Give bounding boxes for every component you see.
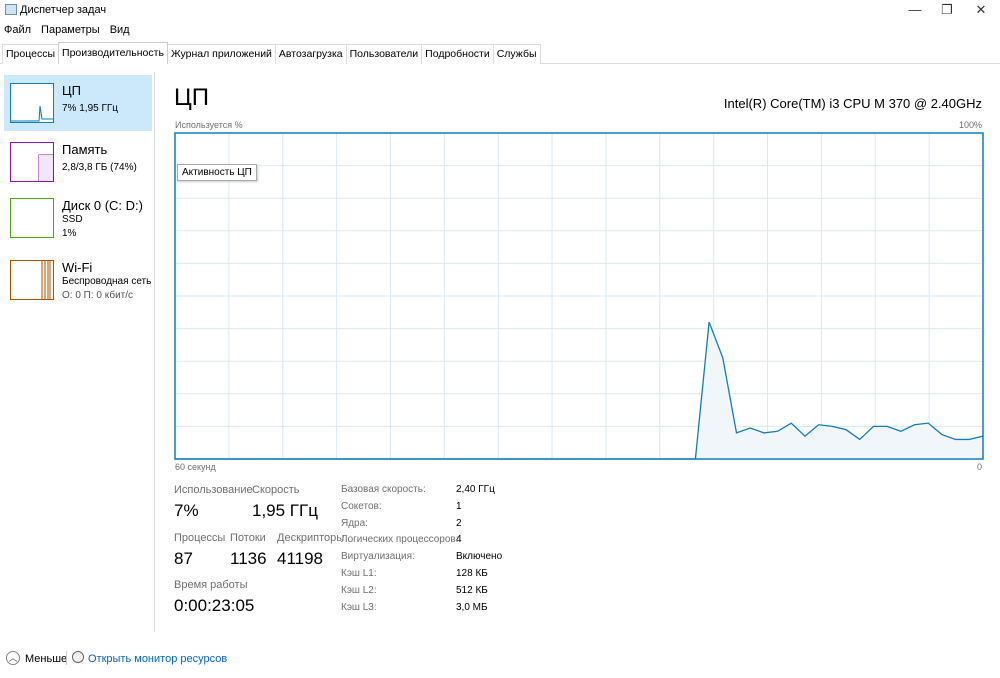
speed-label: Скорость [252,484,300,496]
window-title: Диспетчер задач [20,4,107,16]
tab-users[interactable]: Пользователи [345,44,423,64]
spec-value: 512 КБ [456,584,488,596]
tab-performance[interactable]: Производительность [58,42,168,64]
sidebar-sub: О: 0 П: 0 кбит/с [62,290,134,301]
cpu-usage-chart [174,132,984,460]
task-manager-icon [5,4,17,15]
processes-value: 87 [174,549,193,568]
y-axis-label: Используется % [175,120,243,130]
wifi-thumbnail-graph [10,260,54,300]
sidebar-label: Память [62,142,108,157]
page-title: ЦП [174,84,210,111]
tab-details[interactable]: Подробности [421,44,494,64]
cpu-area-fill [175,322,983,459]
speed-value: 1,95 ГГц [252,501,318,520]
spec-value: 128 КБ [456,568,488,579]
sidebar-sub: 7% 1,95 ГГц [62,103,119,114]
y-max-label: 100% [958,120,982,130]
title-bar: Диспетчер задач — ❐ ✕ [0,0,1000,22]
sidebar-label: Диск 0 (C: D:) [62,198,143,213]
spec-value: 2 [456,517,462,529]
spec-label: Ядра: [341,517,368,529]
cpu-model: Intel(R) Core(TM) i3 CPU M 370 @ 2.40GHz [723,96,982,111]
threads-label: Потоки [230,532,266,544]
x-left-label: 60 секунд [175,462,216,472]
threads-value: 1136 [230,549,267,568]
spec-value: 4 [456,534,462,546]
spec-label: Базовая скорость: [341,484,426,495]
spec-value: 2,40 ГГц [456,484,495,495]
open-resource-monitor-link[interactable]: Открыть монитор ресурсов [88,653,227,665]
usage-label: Использование [174,484,253,496]
usage-value: 7% [174,501,199,520]
divider [66,651,67,665]
spec-label: Кэш L1: [341,568,377,579]
memory-thumbnail-graph [10,142,54,182]
menu-view[interactable]: Вид [110,24,130,40]
tab-startup[interactable]: Автозагрузка [274,44,347,64]
uptime-value: 0:00:23:05 [174,596,255,615]
tab-services[interactable]: Службы [492,44,541,64]
sidebar-sub: SSD [62,214,83,225]
resource-sidebar: ЦП 7% 1,95 ГГц Память 2,8/3,8 ГБ (74%) Д… [0,72,155,632]
spec-value: Включено [456,551,503,563]
menu-bar: Файл Параметры Вид [0,24,130,40]
footer: ︿ Меньше Открыть монитор ресурсов [0,645,1000,671]
menu-options[interactable]: Параметры [41,24,100,40]
close-button[interactable]: ✕ [966,2,996,20]
sidebar-item-disk[interactable]: Диск 0 (C: D:) SSD 1% [4,190,152,246]
sidebar-item-memory[interactable]: Память 2,8/3,8 ГБ (74%) [4,134,152,190]
tab-app-history[interactable]: Журнал приложений [166,44,276,64]
spec-label: Логических процессоров: [341,534,459,546]
minimize-button[interactable]: — [900,2,930,20]
chart-tooltip: Активность ЦП [177,164,257,181]
sidebar-label: ЦП [62,83,81,98]
spec-label: Сокетов: [341,500,382,512]
maximize-button[interactable]: ❐ [932,2,962,20]
sidebar-label: Wi-Fi [62,260,93,275]
handles-value: 41198 [277,549,324,568]
resource-monitor-icon [72,651,84,663]
menu-file[interactable]: Файл [4,24,31,40]
sidebar-item-cpu[interactable]: ЦП 7% 1,95 ГГц [4,75,152,131]
uptime-label: Время работы [174,579,248,591]
spec-label: Кэш L2: [341,584,377,596]
fewer-details-button[interactable]: Меньше [25,653,67,665]
tab-bar: Процессы Производительность Журнал прило… [0,42,1000,64]
processes-label: Процессы [174,532,226,544]
x-right-label: 0 [977,462,983,472]
spec-label: Кэш L3: [341,601,377,613]
spec-label: Виртуализация: [341,551,415,563]
sidebar-item-wifi[interactable]: Wi-Fi Беспроводная сеть О: 0 П: 0 кбит/с [4,252,152,308]
sidebar-sub: 1% [62,228,77,239]
sidebar-sub: 2,8/3,8 ГБ (74%) [62,162,137,173]
chevron-up-icon[interactable]: ︿ [6,651,20,665]
cpu-thumbnail-graph [10,83,54,123]
spec-value: 1 [456,500,462,512]
spec-value: 3,0 МБ [456,601,488,613]
tab-processes[interactable]: Процессы [2,44,60,64]
disk-thumbnail-graph [10,198,54,238]
handles-label: Дескрипторы [277,532,345,544]
sidebar-sub: Беспроводная сеть [62,276,152,287]
